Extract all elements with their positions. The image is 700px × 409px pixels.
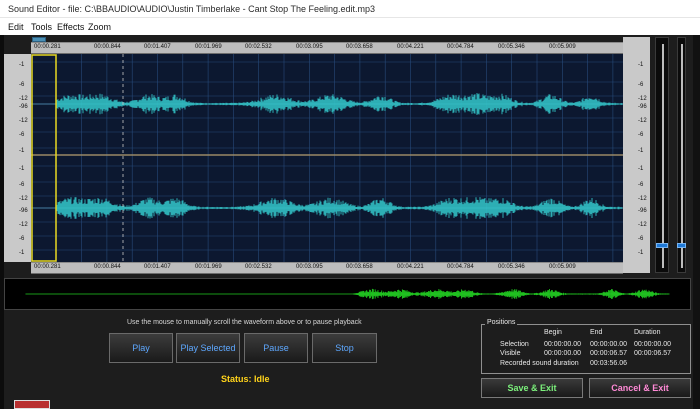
timeline-label: 00:02.532 (245, 264, 272, 270)
waveform-display[interactable] (31, 54, 623, 262)
scale-label: -12 (638, 222, 647, 228)
timeline-label: 00:03.095 (296, 44, 323, 50)
scale-label: -1 (638, 250, 644, 256)
selection-duration: 00:00:00.00 (634, 341, 671, 348)
menu-bar: Edit Tools Effects Zoom (0, 18, 700, 35)
pause-button[interactable]: Pause (244, 333, 308, 363)
visible-duration: 00:00:06.57 (634, 350, 671, 357)
visible-begin: 00:00:00.00 (544, 350, 581, 357)
scale-label: -1 (638, 148, 644, 154)
waveform-overview[interactable] (4, 278, 691, 310)
col-begin-header: Begin (544, 329, 562, 336)
taskbar-thumbnail (14, 400, 50, 409)
timeline-label: 00:04.784 (447, 44, 474, 50)
timeline-label: 00:01.407 (144, 264, 171, 270)
recorded-duration-value: 00:03:56.06 (590, 360, 627, 367)
timeline-label: 00:05.909 (549, 44, 576, 50)
visible-label: Visible (500, 350, 521, 357)
stop-button[interactable]: Stop (312, 333, 377, 363)
scale-label: -1 (19, 148, 25, 154)
zoom-slider-track (662, 44, 664, 268)
scale-label: -1 (19, 166, 25, 172)
timeline-label: 00:00.844 (94, 264, 121, 270)
scale-label: -1 (638, 62, 644, 68)
scale-label: -6 (19, 236, 25, 242)
timeline-label: 00:04.784 (447, 264, 474, 270)
timeline-label: 00:04.221 (397, 44, 424, 50)
scale-label: -12 (638, 196, 647, 202)
amplitude-scale-left: -1 -6 -12 -96 -12 -6 -1 -1 -6 -12 -96 -12 -6 -1 (4, 54, 31, 262)
timeline-label: 00:02.532 (245, 44, 272, 50)
play-selected-button[interactable]: Play Selected (176, 333, 240, 363)
menu-edit[interactable]: Edit (8, 22, 24, 32)
amplitude-scale-right: -1 -6 -12 -96 -12 -6 -1 -1 -6 -12 -96 -12 -6 -1 (623, 37, 650, 273)
scale-label: -6 (19, 182, 25, 188)
scale-label: -96 (638, 104, 647, 110)
timeline-ruler-bottom[interactable]: 00:00.281 00:00.844 00:01.407 00:01.969 00:0… (31, 262, 623, 274)
scale-label: -1 (19, 250, 25, 256)
selection-end: 00:00:00.00 (590, 341, 627, 348)
scale-label: -12 (19, 96, 28, 102)
positions-panel: Positions Begin End Duration Selection 0… (481, 319, 691, 374)
scale-label: -6 (638, 182, 644, 188)
scale-label: -1 (19, 62, 25, 68)
timeline-label: 00:01.969 (195, 264, 222, 270)
scale-label: -12 (19, 118, 28, 124)
timeline-label: 00:03.658 (346, 264, 373, 270)
window-title: Sound Editor - file: C:\BBAUDIO\AUDIO\Ju… (8, 4, 375, 14)
menu-effects[interactable]: Effects (57, 22, 84, 32)
timeline-label: 00:03.095 (296, 264, 323, 270)
timeline-label: 00:00.281 (34, 264, 61, 270)
scale-label: -12 (638, 118, 647, 124)
timeline-label: 00:01.969 (195, 44, 222, 50)
scroll-position-marker[interactable] (32, 37, 46, 42)
volume-slider-thumb[interactable] (677, 243, 686, 248)
overview-wave (353, 288, 670, 300)
scale-label: -6 (19, 82, 25, 88)
zoom-slider[interactable] (655, 37, 669, 273)
scale-label: -12 (19, 222, 28, 228)
scale-label: -6 (638, 236, 644, 242)
cancel-exit-button[interactable]: Cancel & Exit (589, 378, 691, 398)
scale-label: -96 (19, 208, 28, 214)
scale-label: -6 (19, 132, 25, 138)
volume-slider[interactable] (677, 37, 686, 273)
timeline-label: 00:00.281 (34, 44, 61, 50)
timeline-label: 00:04.221 (397, 264, 424, 270)
scale-label: -6 (638, 82, 644, 88)
recorded-duration-label: Recorded sound duration (500, 360, 579, 367)
playback-hint: Use the mouse to manually scroll the wav… (127, 319, 362, 326)
col-end-header: End (590, 329, 603, 336)
menu-tools[interactable]: Tools (31, 22, 52, 32)
menu-zoom[interactable]: Zoom (88, 22, 111, 32)
positions-legend: Positions (485, 319, 518, 326)
scale-label: -12 (19, 196, 28, 202)
volume-slider-track (681, 44, 683, 268)
scale-label: -1 (638, 166, 644, 172)
timeline-label: 00:05.346 (498, 264, 525, 270)
play-button[interactable]: Play (109, 333, 173, 363)
zoom-slider-thumb[interactable] (656, 243, 668, 248)
right-strip (693, 35, 700, 409)
title-bar: Sound Editor - file: C:\BBAUDIO\AUDIO\Ju… (0, 0, 700, 18)
selection-label: Selection (500, 341, 529, 348)
timeline-label: 00:01.407 (144, 44, 171, 50)
scale-label: -12 (638, 96, 647, 102)
save-exit-button[interactable]: Save & Exit (481, 378, 583, 398)
timeline-label: 00:05.909 (549, 264, 576, 270)
timeline-ruler-top[interactable]: 00:00.281 00:00.844 00:01.407 00:01.969 00:0… (31, 42, 623, 54)
selection-begin: 00:00:00.00 (544, 341, 581, 348)
col-duration-header: Duration (634, 329, 661, 336)
scale-label: -96 (19, 104, 28, 110)
scale-label: -96 (638, 208, 647, 214)
scale-label: -6 (638, 132, 644, 138)
status-text: Status: Idle (221, 374, 270, 384)
visible-end: 00:00:06.57 (590, 350, 627, 357)
timeline-label: 00:05.346 (498, 44, 525, 50)
timeline-label: 00:03.658 (346, 44, 373, 50)
timeline-label: 00:00.844 (94, 44, 121, 50)
